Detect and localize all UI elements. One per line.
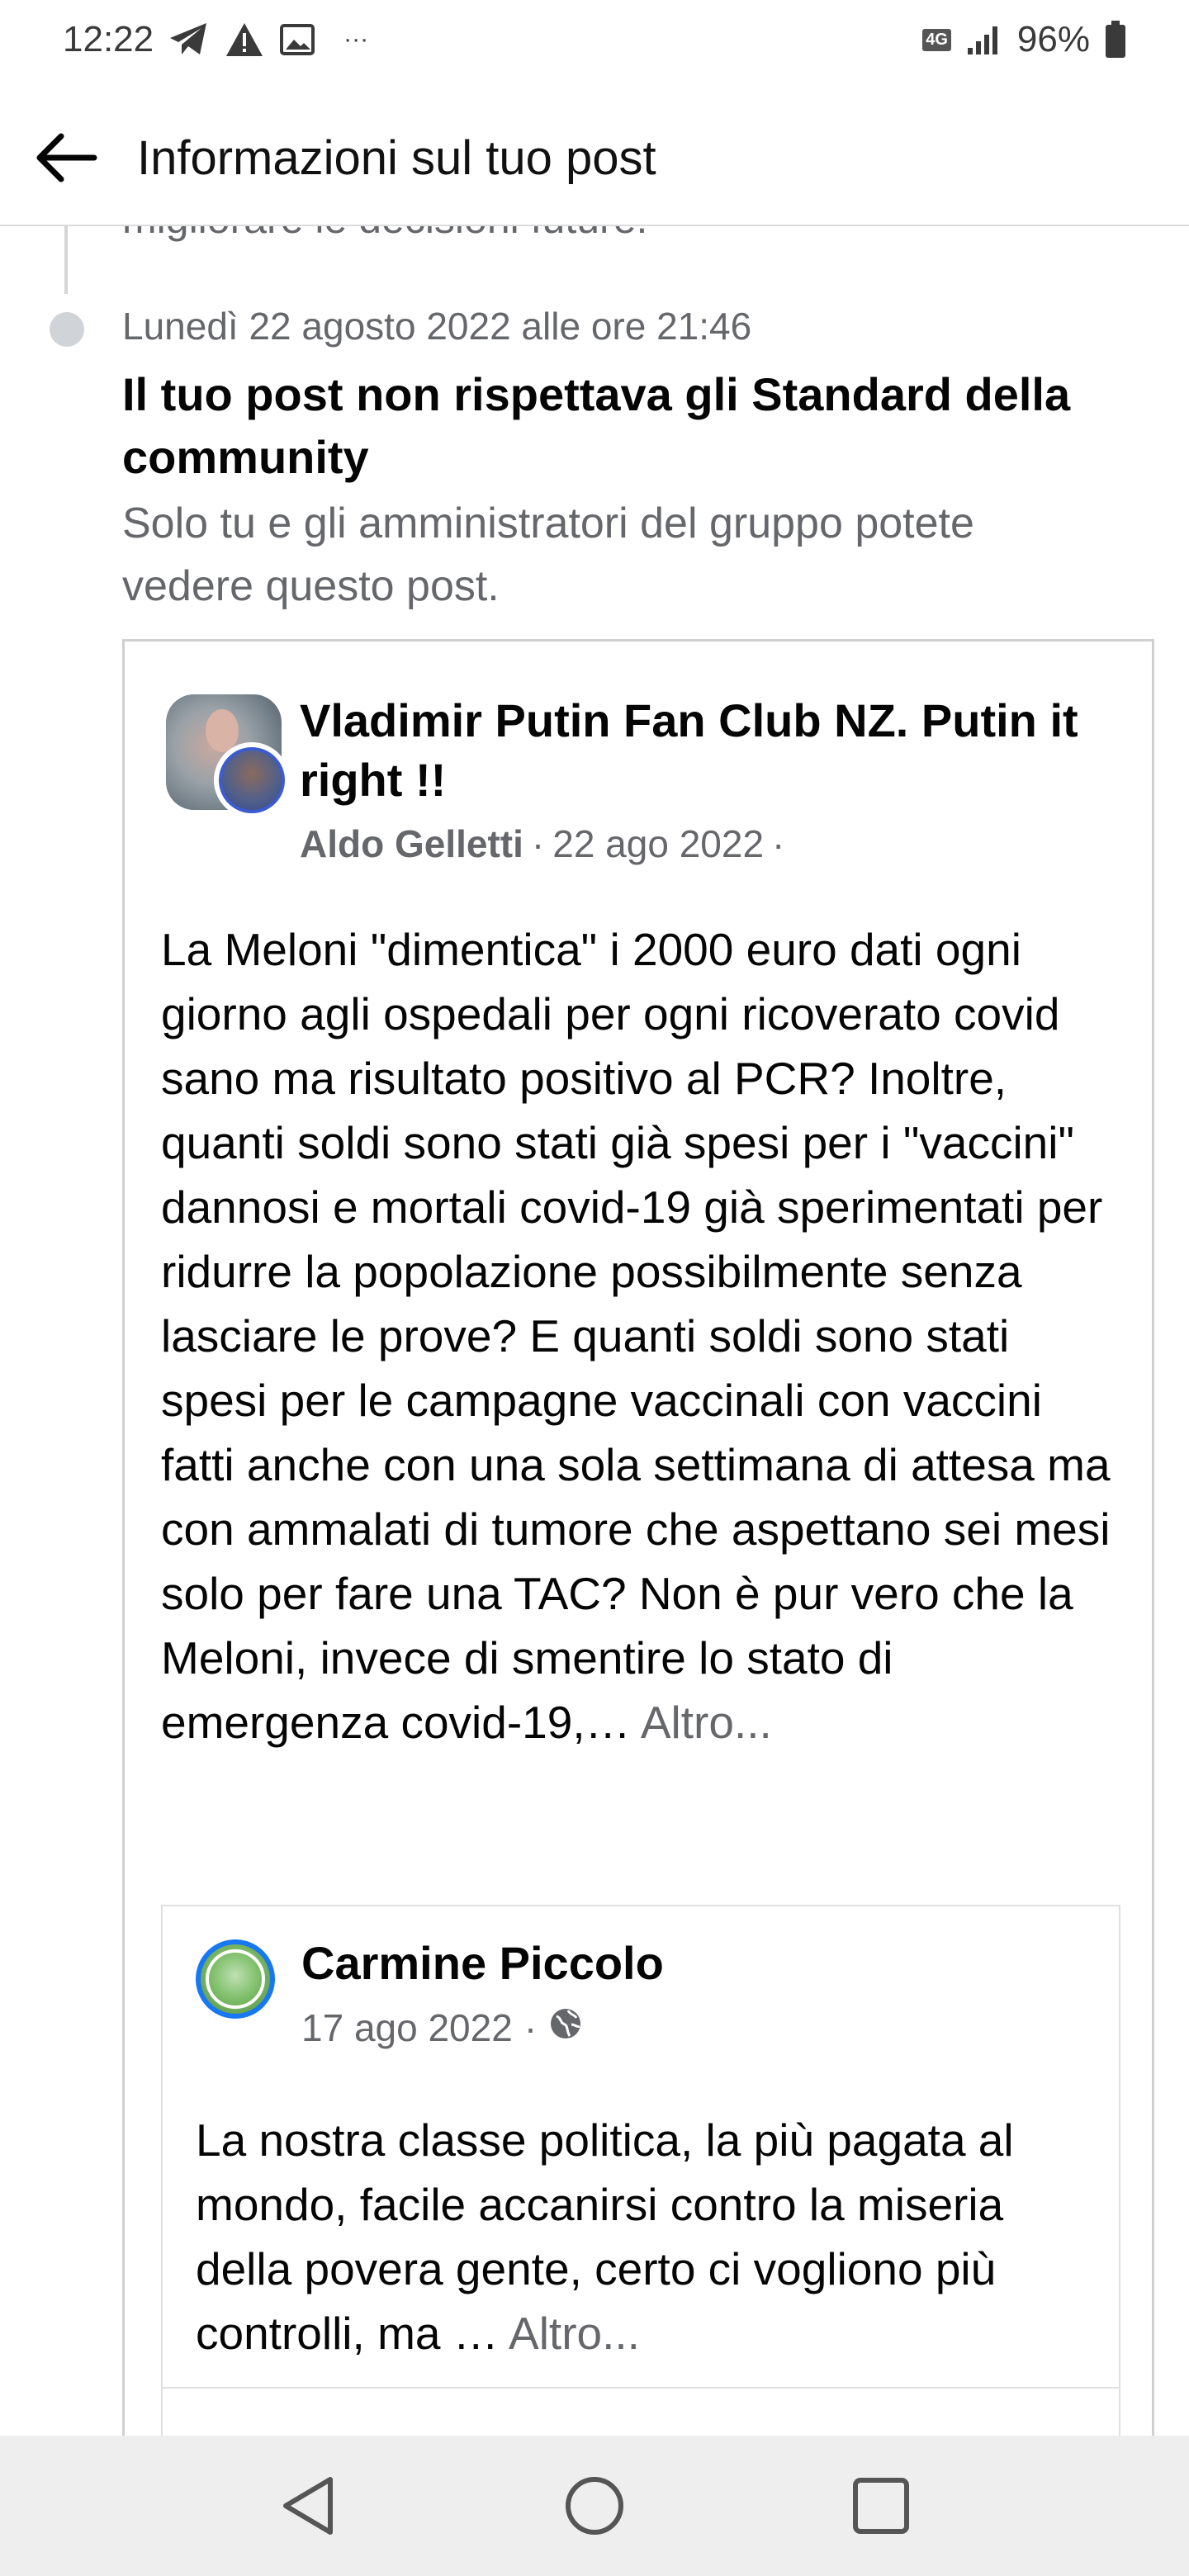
event-description: Solo tu e gli amministratori del gruppo … [122, 500, 974, 610]
status-right: 4G 96% [922, 19, 1126, 60]
post-more-link[interactable]: Altro... [641, 1697, 772, 1748]
status-bar: 12:22 ··· 4G 96% [0, 0, 1189, 79]
timeline-dot [50, 312, 84, 347]
shared-divider [163, 2387, 1119, 2389]
battery-level: 96% [1016, 19, 1090, 59]
status-left: 12:22 ··· [63, 19, 368, 60]
nav-home-icon [565, 2477, 623, 2535]
status-more: ··· [343, 26, 369, 53]
nav-back-button[interactable] [271, 2469, 345, 2543]
globe-icon [548, 2005, 583, 2050]
event-date: Lunedì 22 agosto 2022 alle ore 21:46 [122, 305, 752, 348]
signal-icon [966, 23, 1002, 56]
meta-separator-trailing: · [772, 822, 785, 865]
image-icon [279, 23, 315, 56]
warning-icon [225, 21, 264, 58]
shared-post[interactable]: Carmine Piccolo 17 ago 2022 · La nostra … [161, 1905, 1120, 2436]
shared-post-meta: 17 ago 2022 · [301, 2005, 583, 2050]
group-name[interactable]: Vladimir Putin Fan Club NZ. Putin it rig… [300, 691, 1134, 810]
shared-avatar-inner [206, 1949, 265, 2009]
nav-home-button[interactable] [557, 2469, 632, 2543]
status-time: 12:22 [63, 19, 154, 59]
shared-author-name[interactable]: Carmine Piccolo [301, 1936, 664, 1990]
timeline-line [64, 226, 68, 294]
shared-more-link[interactable]: Altro... [509, 2308, 640, 2359]
shared-author-avatar[interactable] [196, 1939, 275, 2019]
nav-recents-icon [852, 2478, 909, 2534]
post-meta: Aldo Gelletti · 22 ago 2022 · [300, 822, 784, 866]
app-bar: Informazioni sul tuo post [0, 91, 1189, 226]
shared-meta-separator: · [523, 2006, 538, 2049]
post-card[interactable]: Vladimir Putin Fan Club NZ. Putin it rig… [122, 639, 1154, 2436]
battery-icon [1105, 21, 1126, 59]
post-date[interactable]: 22 ago 2022 [552, 822, 764, 866]
shared-post-body: La nostra classe politica, la più pagata… [196, 2108, 1087, 2365]
shared-post-date[interactable]: 17 ago 2022 [301, 2005, 513, 2050]
nav-recents-button[interactable] [844, 2469, 918, 2543]
author-avatar[interactable] [214, 742, 290, 818]
network-type: 4G [922, 28, 951, 51]
telegram-icon [168, 21, 210, 58]
meta-separator: · [531, 822, 545, 865]
system-nav-bar [0, 2436, 1189, 2576]
post-info-content[interactable]: migliorare le decisioni future. Lunedì 2… [0, 226, 1189, 2436]
post-body-text: La Meloni "dimentica" i 2000 euro dati o… [161, 924, 1111, 1748]
post-body: La Meloni "dimentica" i 2000 euro dati o… [161, 917, 1127, 1754]
nav-back-icon [283, 2477, 334, 2535]
back-button[interactable] [33, 125, 99, 191]
post-author[interactable]: Aldo Gelletti [300, 822, 523, 866]
back-arrow-icon [36, 133, 97, 182]
event-title: Il tuo post non rispettava gli Standard … [122, 368, 1071, 483]
previous-event-text: migliorare le decisioni future. [122, 226, 647, 243]
page-title: Informazioni sul tuo post [137, 130, 656, 185]
